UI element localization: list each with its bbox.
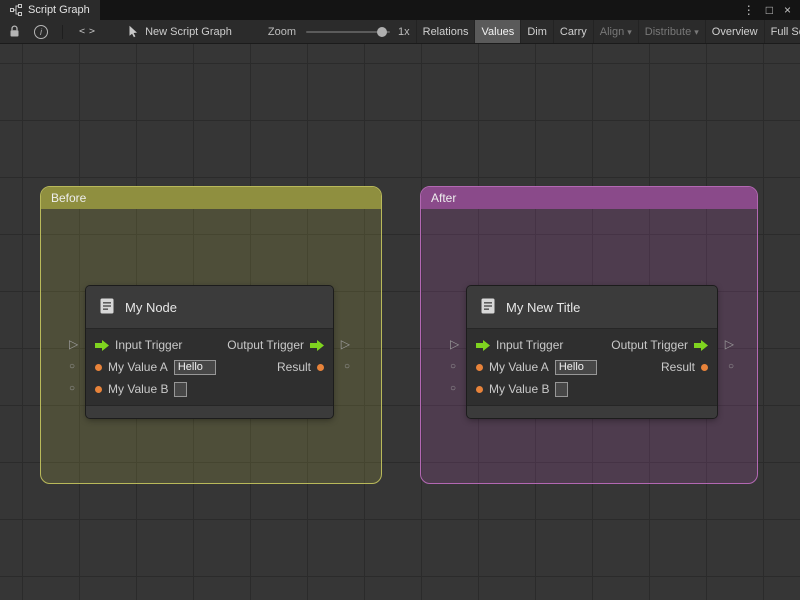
value-a-input[interactable] — [554, 359, 597, 375]
graph-canvas[interactable]: Before After ▷ ○ ○ ▷ ○ My Node Input Tri… — [0, 44, 800, 600]
tab-title: Script Graph — [28, 4, 90, 16]
value-b-input[interactable] — [174, 381, 188, 397]
value-b-port-icon[interactable]: ○ — [450, 384, 456, 394]
toolbar-divider — [62, 24, 63, 39]
dim-button[interactable]: Dim — [520, 20, 553, 43]
result-port-icon[interactable]: ○ — [728, 362, 734, 372]
trigger-in-icon[interactable] — [95, 339, 109, 351]
chevron-down-icon: ▾ — [627, 27, 632, 37]
node-header[interactable]: My New Title — [467, 286, 717, 329]
close-icon[interactable]: × — [784, 4, 791, 16]
fullscreen-button[interactable]: Full Scr — [763, 20, 800, 43]
maximize-icon[interactable]: □ — [766, 4, 773, 16]
node-body: Input Trigger Output Trigger My Value A … — [467, 329, 717, 405]
zoom-slider[interactable] — [306, 26, 390, 37]
output-trigger-port-icon[interactable]: ▷ — [725, 338, 734, 350]
value-b-label: My Value B — [489, 382, 550, 396]
zoom-value: 1x — [398, 25, 410, 38]
overview-button[interactable]: Overview — [704, 20, 764, 43]
output-trigger-label: Output Trigger — [611, 338, 688, 352]
carry-button[interactable]: Carry — [552, 20, 593, 43]
menu-kebab-icon[interactable]: ⋮ — [743, 4, 755, 16]
value-b-input[interactable] — [555, 381, 569, 397]
zoom-label: Zoom — [267, 25, 296, 38]
tab-script-graph[interactable]: Script Graph — [0, 0, 100, 20]
toolbar-buttons: Relations Values Dim Carry Align ▾ Distr… — [415, 20, 800, 43]
trigger-out-icon[interactable] — [310, 339, 324, 351]
output-trigger-label: Output Trigger — [227, 338, 304, 352]
input-trigger-label: Input Trigger — [496, 338, 564, 352]
group-header[interactable]: Before — [41, 187, 381, 209]
value-b-dot-icon[interactable] — [95, 385, 102, 393]
node-title: My Node — [125, 299, 178, 315]
value-a-port-icon[interactable]: ○ — [450, 362, 456, 372]
input-trigger-label: Input Trigger — [115, 338, 183, 352]
value-a-label: My Value A — [489, 360, 549, 374]
tab-bar: Script Graph ⋮ □ × — [0, 0, 800, 20]
trigger-in-icon[interactable] — [476, 339, 490, 351]
result-dot-icon[interactable] — [701, 363, 708, 371]
script-graph-window: Script Graph ⋮ □ × i < > New Script Grap… — [0, 0, 800, 600]
trigger-row: Input Trigger Output Trigger — [86, 334, 333, 356]
zoom-slider-knob[interactable] — [377, 26, 387, 37]
node-title: My New Title — [506, 299, 581, 315]
input-trigger-port-icon[interactable]: ▷ — [450, 338, 459, 350]
distribute-dropdown[interactable]: Distribute ▾ — [637, 20, 705, 43]
graph-toolbar: i < > New Script Graph Zoom 1x Relations… — [0, 20, 800, 44]
trigger-row: Input Trigger Output Trigger — [467, 334, 717, 356]
relations-button[interactable]: Relations — [415, 20, 475, 43]
node-body: Input Trigger Output Trigger My Value A … — [86, 329, 333, 405]
align-dropdown[interactable]: Align ▾ — [592, 20, 638, 43]
unit-icon — [98, 297, 116, 318]
value-b-label: My Value B — [108, 382, 169, 396]
node-footer — [467, 405, 717, 418]
value-b-row: My Value B — [86, 378, 333, 400]
result-label: Result — [660, 360, 695, 374]
value-a-row: My Value A Result — [467, 356, 717, 378]
result-port-icon[interactable]: ○ — [344, 362, 350, 372]
node-my-node[interactable]: ▷ ○ ○ ▷ ○ My Node Input Trigger Output T… — [69, 286, 350, 418]
value-b-row: My Value B — [467, 378, 717, 400]
result-dot-icon[interactable] — [317, 363, 324, 371]
pointer-icon — [128, 25, 139, 38]
value-a-row: My Value A Result — [86, 356, 333, 378]
lock-icon[interactable] — [9, 25, 20, 38]
node-header[interactable]: My Node — [86, 286, 333, 329]
value-b-dot-icon[interactable] — [476, 385, 483, 393]
values-button[interactable]: Values — [474, 20, 521, 43]
output-trigger-port-icon[interactable]: ▷ — [341, 338, 350, 350]
group-title: After — [431, 191, 457, 205]
node-footer — [86, 405, 333, 418]
value-a-dot-icon[interactable] — [476, 363, 483, 371]
info-icon[interactable]: i — [34, 24, 48, 39]
result-label: Result — [276, 360, 311, 374]
window-controls: ⋮ □ × — [743, 0, 800, 20]
graph-name-label: New Script Graph — [145, 25, 232, 38]
value-a-input[interactable] — [173, 359, 216, 375]
chevron-down-icon: ▾ — [694, 27, 699, 37]
value-a-dot-icon[interactable] — [95, 363, 102, 371]
group-header[interactable]: After — [421, 187, 757, 209]
code-icon[interactable]: < > — [79, 26, 95, 37]
trigger-out-icon[interactable] — [694, 339, 708, 351]
value-b-port-icon[interactable]: ○ — [69, 384, 75, 394]
graph-icon — [10, 4, 22, 16]
input-trigger-port-icon[interactable]: ▷ — [69, 338, 78, 350]
group-title: Before — [51, 191, 87, 205]
new-script-graph-button[interactable]: New Script Graph — [128, 25, 232, 38]
value-a-label: My Value A — [108, 360, 168, 374]
value-a-port-icon[interactable]: ○ — [69, 362, 75, 372]
unit-icon — [479, 297, 497, 318]
node-my-new-title[interactable]: ▷ ○ ○ ▷ ○ My New Title Input Trigger Out… — [450, 286, 734, 418]
